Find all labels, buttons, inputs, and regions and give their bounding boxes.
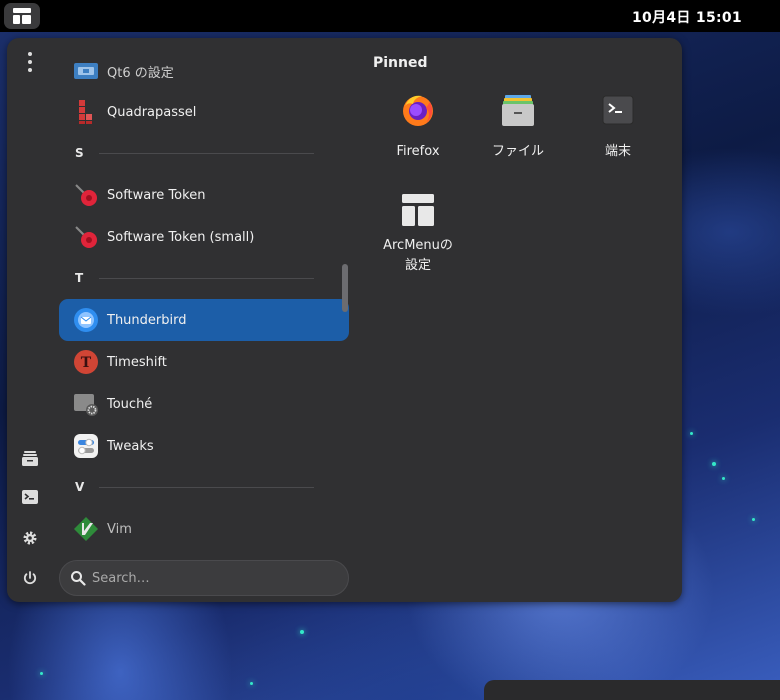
app-label: Software Token (small) <box>107 229 255 245</box>
qt-settings-icon <box>73 58 99 84</box>
list-item[interactable]: Touché <box>59 383 349 425</box>
pinned-title: Pinned <box>373 55 428 71</box>
search-icon <box>70 570 86 586</box>
pinned-label: ファイル <box>491 144 544 159</box>
gear-icon[interactable] <box>18 526 42 550</box>
search-input[interactable] <box>92 570 322 586</box>
app-label: Vim <box>107 521 132 537</box>
terminal-icon[interactable] <box>18 485 42 509</box>
app-label: Quadrapassel <box>107 104 197 120</box>
section-divider <box>99 153 314 154</box>
kebab-menu-icon[interactable] <box>18 50 42 74</box>
app-label: Thunderbird <box>107 312 187 328</box>
pinned-arcmenu-settings[interactable]: ArcMenuの 設定 <box>370 178 466 278</box>
app-label: Touché <box>107 396 153 412</box>
section-header-v: V <box>75 480 85 494</box>
application-menu: Qt6 の設定 Quadrapassel S Software Token So… <box>7 38 682 602</box>
files-icon <box>500 92 536 128</box>
search-field[interactable] <box>59 560 349 596</box>
pinned-label: Firefox <box>396 144 440 159</box>
background-window[interactable] <box>484 680 780 700</box>
software-token-icon <box>73 182 99 208</box>
app-list-scrollbar[interactable] <box>342 264 348 312</box>
terminal-icon <box>600 92 636 128</box>
clock[interactable]: 10月4日 15:01 <box>632 7 742 27</box>
list-item[interactable]: Tweaks <box>59 425 349 467</box>
app-label: Software Token <box>107 187 206 203</box>
layout-icon <box>13 8 31 24</box>
software-token-icon <box>73 224 99 250</box>
app-label: Tweaks <box>107 438 154 454</box>
arcmenu-settings-icon <box>400 192 436 228</box>
menu-sidebar <box>7 38 53 602</box>
pinned-terminal[interactable]: 端末 <box>570 78 666 178</box>
pinned-label-line-1: ArcMenuの <box>383 238 453 253</box>
section-divider <box>99 487 314 488</box>
list-item[interactable]: Vim <box>59 508 349 550</box>
quadrapassel-icon <box>73 99 99 125</box>
list-item[interactable]: Qt6 の設定 <box>59 52 349 92</box>
timeshift-icon: T <box>73 349 99 375</box>
pinned-label-line-2: 設定 <box>404 258 431 273</box>
list-item-selected[interactable]: Thunderbird <box>59 299 349 341</box>
power-icon[interactable] <box>18 566 42 590</box>
section-divider <box>99 278 314 279</box>
pinned-files[interactable]: ファイル <box>470 78 566 178</box>
pinned-label: ArcMenuの 設定 <box>370 236 466 276</box>
thunderbird-icon <box>73 307 99 333</box>
app-label: Timeshift <box>107 354 167 370</box>
arcmenu-button[interactable] <box>4 3 40 29</box>
list-item[interactable]: Software Token (small) <box>59 216 349 258</box>
pinned-firefox[interactable]: Firefox <box>370 78 466 178</box>
section-header-t: T <box>75 271 84 285</box>
files-icon[interactable] <box>18 446 42 470</box>
svg-text:T: T <box>81 355 92 371</box>
touche-icon <box>73 391 99 417</box>
pinned-label: 端末 <box>604 144 631 159</box>
vim-icon <box>73 516 99 542</box>
top-bar: 10月4日 15:01 <box>0 0 780 32</box>
tweaks-icon <box>73 433 99 459</box>
list-item[interactable]: T Timeshift <box>59 341 349 383</box>
list-item[interactable]: Quadrapassel <box>59 91 349 133</box>
section-header-s: S <box>75 146 84 160</box>
firefox-icon <box>400 92 436 128</box>
app-list[interactable]: Qt6 の設定 Quadrapassel S Software Token So… <box>59 52 359 562</box>
app-label: Qt6 の設定 <box>107 65 174 81</box>
list-item[interactable]: Software Token <box>59 174 349 216</box>
